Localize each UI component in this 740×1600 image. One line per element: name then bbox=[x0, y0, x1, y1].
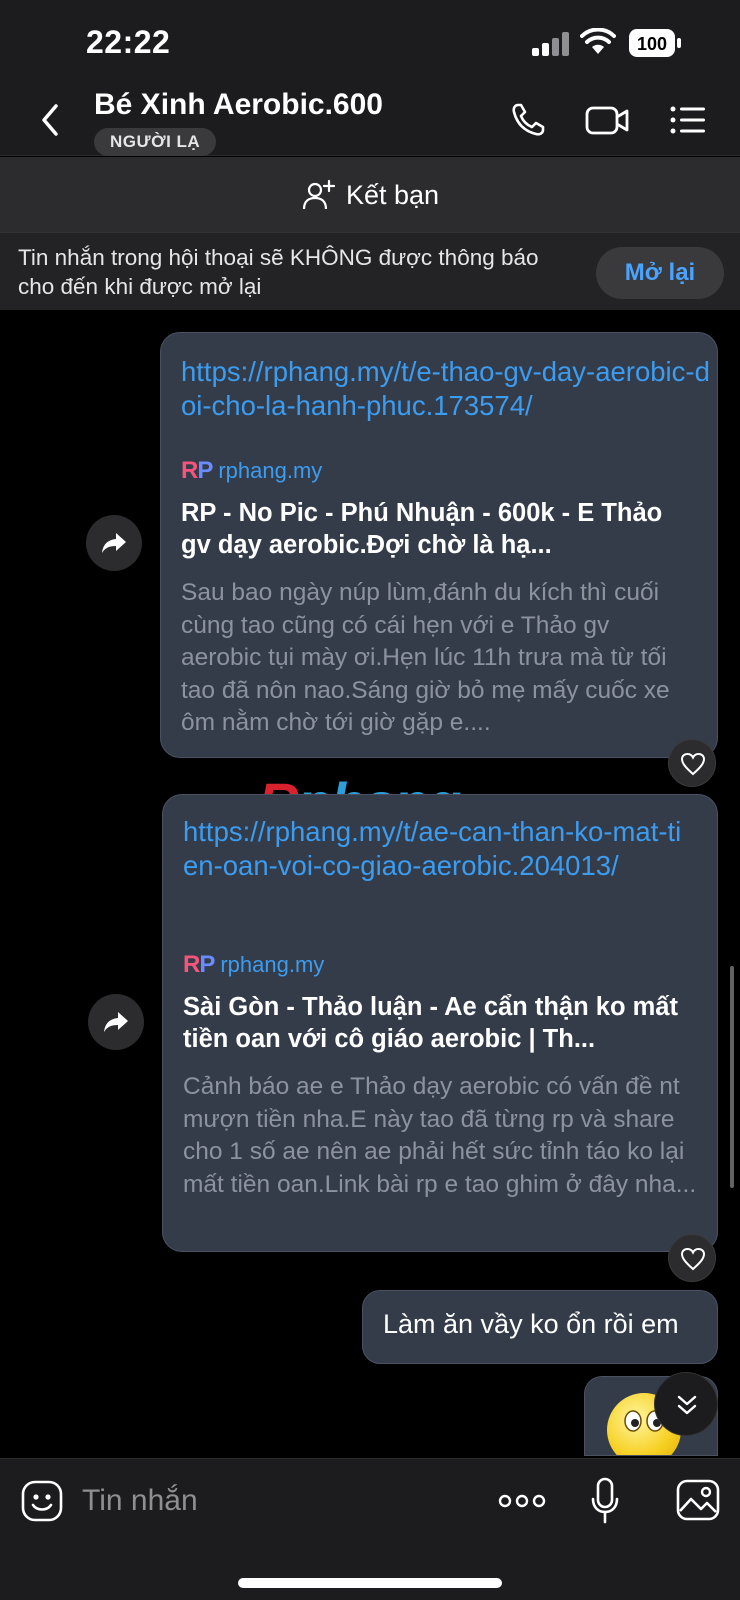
add-friend-bar[interactable]: Kết bạn bbox=[0, 157, 740, 232]
status-time: 22:22 bbox=[86, 24, 171, 60]
react-button[interactable] bbox=[668, 739, 716, 787]
react-button[interactable] bbox=[668, 1234, 716, 1282]
status-bar: 22:22 100 bbox=[0, 0, 740, 86]
forward-icon bbox=[104, 1012, 128, 1032]
message-text: Làm ăn vầy ko ổn rồi em bbox=[383, 1309, 679, 1339]
phone-icon[interactable] bbox=[508, 100, 548, 140]
link-site: RP rphang.my bbox=[183, 951, 324, 979]
muted-notice-text: Tin nhắn trong hội thoại sẽ KHÔNG được t… bbox=[18, 245, 539, 299]
microphone-icon[interactable] bbox=[590, 1477, 620, 1525]
heart-icon bbox=[680, 752, 706, 776]
back-icon[interactable] bbox=[36, 100, 66, 140]
add-friend-label: Kết bạn bbox=[346, 179, 440, 210]
link-description: Cảnh báo ae e Thảo dạy aerobic có vấn đề… bbox=[183, 1073, 697, 1198]
image-icon[interactable] bbox=[676, 1479, 720, 1521]
site-domain: rphang.my bbox=[220, 952, 325, 977]
text-message[interactable]: Làm ăn vầy ko ổn rồi em bbox=[362, 1290, 718, 1364]
link-headline: RP - No Pic - Phú Nhuận - 600k - E Thảo … bbox=[181, 499, 663, 559]
link-headline: Sài Gòn - Thảo luận - Ae cẩn thận ko mất… bbox=[183, 993, 678, 1053]
forward-icon bbox=[102, 533, 126, 553]
more-options-icon[interactable] bbox=[498, 1489, 546, 1513]
site-logo: RP bbox=[181, 457, 213, 484]
message-input[interactable] bbox=[82, 1479, 462, 1523]
site-logo: RP bbox=[183, 951, 215, 978]
add-person-icon bbox=[302, 179, 336, 210]
signal-icon bbox=[532, 32, 569, 56]
site-domain: rphang.my bbox=[218, 458, 323, 483]
sticker-icon[interactable] bbox=[20, 1479, 64, 1523]
battery-icon: 100 bbox=[629, 29, 681, 57]
forward-button[interactable] bbox=[86, 515, 142, 571]
link-preview-card[interactable]: https://rphang.my/t/ae-can-than-ko-mat-t… bbox=[162, 794, 718, 1252]
stranger-badge: NGƯỜI LẠ bbox=[94, 128, 217, 156]
link-url[interactable]: https://rphang.my/t/e-thao-gv-day-aerobi… bbox=[181, 355, 721, 423]
scrollbar[interactable] bbox=[730, 966, 734, 1188]
wifi-icon bbox=[580, 28, 616, 54]
battery-level: 100 bbox=[637, 34, 667, 54]
chat-header: Bé Xinh Aerobic.600 NGƯỜI LẠ bbox=[0, 86, 740, 156]
reopen-button[interactable]: Mở lại bbox=[596, 247, 724, 299]
link-preview-card[interactable]: https://rphang.my/t/e-thao-gv-day-aerobi… bbox=[160, 332, 718, 758]
forward-button[interactable] bbox=[88, 994, 144, 1050]
double-chevron-down-icon bbox=[677, 1395, 697, 1415]
contact-name[interactable]: Bé Xinh Aerobic.600 bbox=[94, 88, 383, 122]
link-description: Sau bao ngày núp lùm,đánh du kích thì cu… bbox=[181, 579, 670, 736]
link-site: RP rphang.my bbox=[181, 457, 322, 485]
link-url[interactable]: https://rphang.my/t/ae-can-than-ko-mat-t… bbox=[183, 815, 693, 883]
video-call-icon[interactable] bbox=[584, 100, 630, 140]
muted-notice: Tin nhắn trong hội thoại sẽ KHÔNG được t… bbox=[0, 232, 740, 310]
menu-icon[interactable] bbox=[668, 100, 708, 140]
scroll-to-bottom-button[interactable] bbox=[654, 1372, 718, 1436]
heart-icon bbox=[680, 1247, 706, 1271]
home-indicator bbox=[238, 1578, 502, 1588]
